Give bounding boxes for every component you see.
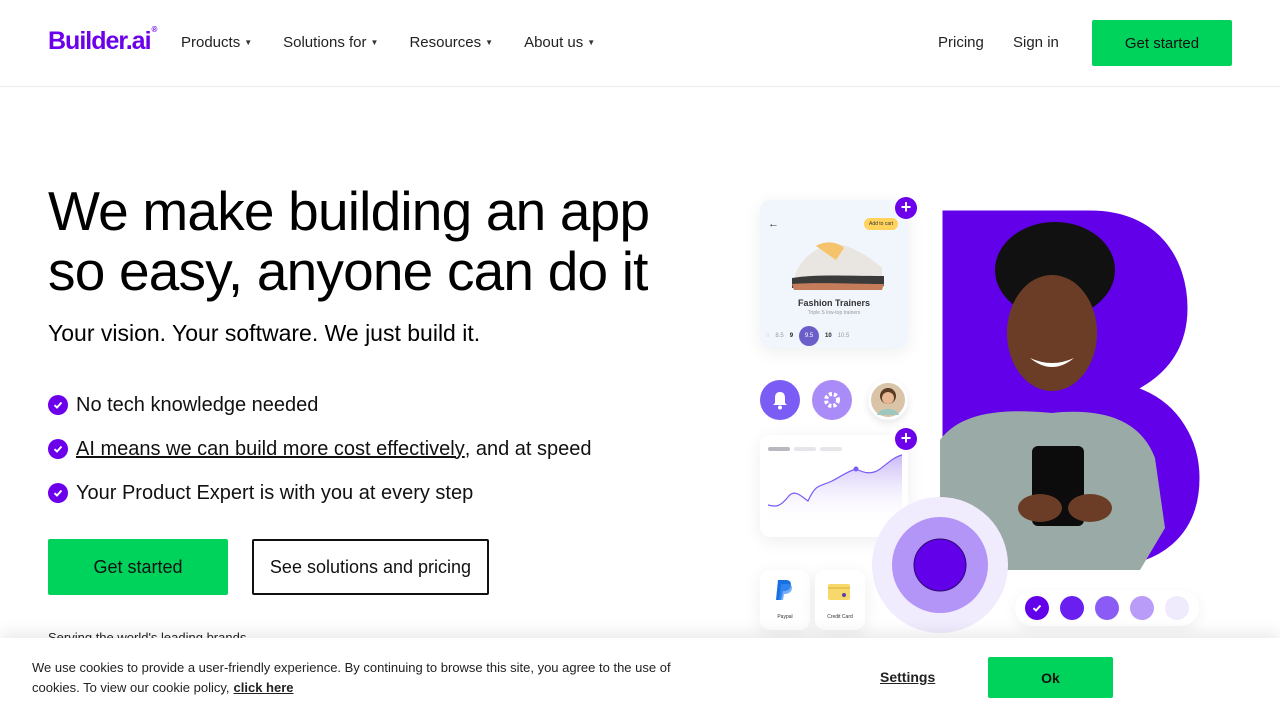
builder-ai-logo[interactable]: Builder.ai® xyxy=(48,25,158,56)
feature-item: AI means we can build more cost effectiv… xyxy=(48,427,591,471)
swatch-selected xyxy=(1025,596,1049,620)
product-description: Triple S low-top trainers xyxy=(807,310,861,316)
hero-get-started-button[interactable]: Get started xyxy=(48,539,228,595)
nav-about-us[interactable]: About us ▼ xyxy=(524,34,595,51)
swatch xyxy=(1130,596,1154,620)
see-solutions-pricing-button[interactable]: See solutions and pricing xyxy=(252,539,489,595)
swatch xyxy=(1060,596,1084,620)
sign-in-link[interactable]: Sign in xyxy=(1013,34,1059,51)
caret-down-icon: ▼ xyxy=(244,38,253,47)
size-option: 9 xyxy=(789,333,794,339)
feature-text: No tech knowledge needed xyxy=(76,393,319,416)
hero-title-line2: so easy, anyone can do it xyxy=(48,240,648,302)
nav-label: Resources xyxy=(409,34,482,51)
credit-card-icon xyxy=(828,584,850,600)
hero-title-line1: We make building an app xyxy=(48,180,650,242)
plus-icon: + xyxy=(895,428,917,450)
sneaker-image xyxy=(792,242,884,290)
pricing-link[interactable]: Pricing xyxy=(938,34,984,51)
size-option: 8.5 xyxy=(775,333,784,339)
donut-graphic xyxy=(872,497,1008,633)
nav-label: Products xyxy=(181,34,241,51)
check-circle-icon xyxy=(48,439,68,459)
back-arrow-icon: ← xyxy=(768,218,779,230)
hero-subtitle: Your vision. Your software. We just buil… xyxy=(48,320,481,346)
nav-label: Solutions for xyxy=(283,34,367,51)
header-get-started-button[interactable]: Get started xyxy=(1092,20,1232,66)
hero-illustration: ← Add to cart Fashion Trainers Triple S … xyxy=(740,190,1280,640)
payment-label: Credit Card xyxy=(827,614,853,620)
registered-mark: ® xyxy=(151,25,158,34)
size-option: 10 xyxy=(825,333,832,339)
size-selector: 8 8.5 9 9.5 10 10.5 xyxy=(766,326,849,346)
ai-cost-link[interactable]: AI means we can build more cost effectiv… xyxy=(76,438,465,461)
size-option: 8 xyxy=(766,333,770,339)
hero-title: We make building an app so easy, anyone c… xyxy=(48,181,668,301)
size-option-selected: 9.5 xyxy=(799,326,820,346)
check-circle-icon xyxy=(48,395,68,415)
nav-resources[interactable]: Resources ▼ xyxy=(409,34,493,51)
nav-solutions-for[interactable]: Solutions for ▼ xyxy=(283,34,378,51)
product-card: ← Add to cart Fashion Trainers Triple S … xyxy=(760,200,908,348)
check-circle-icon xyxy=(48,483,68,503)
feature-item: Your Product Expert is with you at every… xyxy=(48,471,591,515)
bell-icon xyxy=(760,380,800,420)
cookie-banner: We use cookies to provide a user-friendl… xyxy=(0,638,1280,720)
swatch xyxy=(1095,596,1119,620)
check-icon xyxy=(1032,604,1042,612)
payment-label: Paypal xyxy=(777,614,793,620)
caret-down-icon: ▼ xyxy=(485,38,494,47)
product-name: Fashion Trainers xyxy=(797,298,871,308)
size-option: 10.5 xyxy=(837,333,850,339)
color-swatches xyxy=(1015,590,1199,626)
nav-label: About us xyxy=(524,34,584,51)
caret-down-icon: ▼ xyxy=(370,38,379,47)
cookie-text: We use cookies to provide a user-friendl… xyxy=(32,660,671,695)
swatch xyxy=(1165,596,1189,620)
caret-down-icon: ▼ xyxy=(587,38,596,47)
main-nav: Products ▼ Solutions for ▼ Resources ▼ Abou… xyxy=(181,34,626,51)
cookie-message: We use cookies to provide a user-friendl… xyxy=(32,658,692,698)
feature-text: , and at speed xyxy=(464,437,592,460)
site-header: Builder.ai® Products ▼ Solutions for ▼ Res… xyxy=(0,0,1280,87)
logo-text: Builder.ai xyxy=(48,27,152,55)
nav-products[interactable]: Products ▼ xyxy=(181,34,252,51)
feature-text: Your Product Expert is with you at every… xyxy=(76,481,474,504)
cookie-policy-link[interactable]: click here xyxy=(234,680,294,695)
user-avatar xyxy=(868,380,908,420)
gear-icon xyxy=(812,380,852,420)
feature-item: No tech knowledge needed xyxy=(48,383,591,427)
add-to-cart-badge: Add to cart xyxy=(864,218,899,230)
plus-icon: + xyxy=(895,197,917,219)
payment-option-credit-card: Credit Card xyxy=(815,570,865,630)
payment-option-paypal: Paypal xyxy=(760,570,810,630)
cookie-ok-button[interactable]: Ok xyxy=(988,657,1113,698)
cookie-settings-link[interactable]: Settings xyxy=(880,669,935,685)
feature-list: No tech knowledge needed AI means we can… xyxy=(48,383,591,515)
paypal-icon xyxy=(776,580,792,600)
